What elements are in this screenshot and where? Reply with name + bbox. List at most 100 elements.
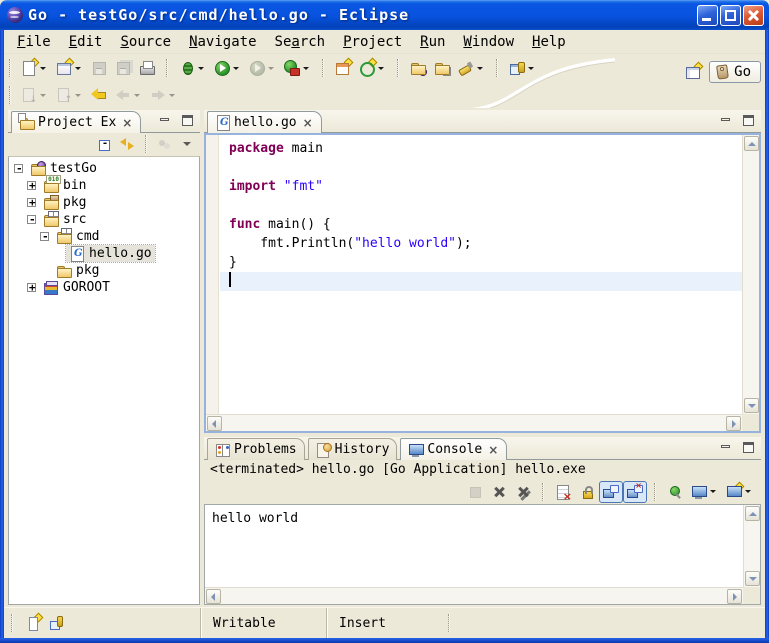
console-tab[interactable]: Console × <box>400 438 507 460</box>
dropdown-arrow-icon[interactable] <box>74 64 83 73</box>
console-minimize-button[interactable] <box>718 441 734 455</box>
tree-item[interactable]: hello.go <box>9 245 199 262</box>
tree-item[interactable]: src <box>9 211 199 228</box>
remove-all-terminated-button[interactable] <box>511 481 535 503</box>
tree-item[interactable]: testGo <box>9 160 199 177</box>
project-tree[interactable]: testGo bin <box>8 156 200 605</box>
scroll-up-button[interactable] <box>745 506 760 521</box>
console-vertical-scrollbar[interactable] <box>743 505 760 587</box>
editor-minimize-button[interactable] <box>718 114 734 128</box>
project-maximize-button[interactable] <box>180 114 196 128</box>
run-external-tools-button[interactable] <box>280 56 315 80</box>
back-button[interactable] <box>111 83 146 107</box>
editor-tab-close-icon[interactable]: × <box>302 117 314 129</box>
menu-item[interactable]: File <box>8 32 60 52</box>
remove-launch-button[interactable] <box>487 481 511 503</box>
open-perspective-button[interactable] <box>681 60 705 84</box>
scroll-down-button[interactable] <box>745 571 760 586</box>
run-button[interactable] <box>210 56 245 80</box>
collapse-all-button[interactable] <box>94 134 116 154</box>
show-stderr-when-changed-button[interactable] <box>623 481 647 503</box>
tree-item[interactable]: bin <box>9 177 199 194</box>
menu-item[interactable]: Navigate <box>180 32 265 52</box>
open-console-button[interactable] <box>722 481 757 503</box>
dropdown-arrow-icon[interactable] <box>39 64 48 73</box>
search-button[interactable] <box>454 56 489 80</box>
project-explorer-tab[interactable]: Project Ex × <box>11 111 141 133</box>
view-menu-button[interactable] <box>176 134 198 154</box>
forward-button[interactable] <box>146 83 181 107</box>
terminate-button[interactable] <box>463 481 487 503</box>
project-minimize-button[interactable] <box>157 114 173 128</box>
link-with-editor-button[interactable] <box>116 134 138 154</box>
editor-vertical-scrollbar[interactable] <box>742 135 759 414</box>
window-maximize-button[interactable] <box>720 5 741 26</box>
open-resource-button[interactable] <box>430 56 454 80</box>
tree-expander[interactable] <box>27 215 36 224</box>
scroll-right-button[interactable] <box>727 589 742 604</box>
pin-console-button[interactable] <box>663 481 687 503</box>
scroll-left-button[interactable] <box>207 416 222 431</box>
clear-console-button[interactable] <box>551 481 575 503</box>
dropdown-arrow-icon[interactable] <box>267 64 276 73</box>
save-all-button[interactable] <box>111 56 135 80</box>
debug-button[interactable] <box>175 56 210 80</box>
console-maximize-button[interactable] <box>741 441 757 455</box>
dropdown-arrow-icon[interactable] <box>168 91 177 100</box>
dropdown-arrow-icon[interactable] <box>744 487 753 496</box>
scroll-left-button[interactable] <box>206 589 221 604</box>
focus-button[interactable] <box>154 134 176 154</box>
menu-item[interactable]: Project <box>334 32 411 52</box>
previous-annotation-button[interactable] <box>52 83 87 107</box>
window-minimize-button[interactable] <box>697 5 718 26</box>
menu-item[interactable]: Run <box>411 32 454 52</box>
project-explorer-close-icon[interactable]: × <box>121 117 133 129</box>
menu-item[interactable]: Window <box>454 32 523 52</box>
tree-item[interactable]: pkg <box>9 262 199 279</box>
code-editor[interactable]: package main import "fmt" func main() { … <box>204 133 761 433</box>
go-perspective-button[interactable]: Go <box>709 61 761 83</box>
new-go-element-button[interactable] <box>355 56 390 80</box>
console-output-area[interactable]: hello world <box>204 504 761 605</box>
tree-item[interactable]: GOROOT <box>9 279 199 296</box>
dropdown-arrow-icon[interactable] <box>232 64 241 73</box>
scroll-lock-button[interactable] <box>575 481 599 503</box>
dropdown-arrow-icon[interactable] <box>527 64 536 73</box>
editor-horizontal-scrollbar[interactable] <box>206 414 742 431</box>
fast-view-toggle-icon[interactable] <box>49 615 65 631</box>
show-stdout-when-changed-button[interactable] <box>599 481 623 503</box>
tree-item[interactable]: pkg <box>9 194 199 211</box>
window-close-button[interactable] <box>743 5 764 26</box>
dropdown-arrow-icon[interactable] <box>476 64 485 73</box>
dropdown-arrow-icon[interactable] <box>74 91 83 100</box>
dropdown-arrow-icon[interactable] <box>133 91 142 100</box>
dropdown-arrow-icon[interactable] <box>39 91 48 100</box>
last-edit-location-button[interactable] <box>87 83 111 107</box>
console-close-icon[interactable]: × <box>487 444 499 456</box>
code-area[interactable]: package main import "fmt" func main() { … <box>220 135 742 414</box>
next-annotation-button[interactable] <box>17 83 52 107</box>
console-horizontal-scrollbar[interactable] <box>205 587 743 604</box>
menu-item[interactable]: Help <box>523 32 575 52</box>
menu-item[interactable]: Source <box>111 32 180 52</box>
scroll-right-button[interactable] <box>726 416 741 431</box>
new-go-project-button[interactable] <box>331 56 355 80</box>
dropdown-arrow-icon[interactable] <box>709 487 718 496</box>
tree-expander[interactable] <box>14 164 23 173</box>
menu-item[interactable]: Search <box>266 32 335 52</box>
tree-expander[interactable] <box>40 232 49 241</box>
tree-expander[interactable] <box>27 283 36 292</box>
dropdown-arrow-icon[interactable] <box>377 64 386 73</box>
problems-tab[interactable]: Problems <box>207 438 305 460</box>
tree-item[interactable]: cmd <box>9 228 199 245</box>
tree-expander[interactable] <box>27 198 36 207</box>
title-bar[interactable]: Go - testGo/src/cmd/hello.go - Eclipse <box>0 0 769 30</box>
history-tab[interactable]: History <box>308 438 398 460</box>
profile-button[interactable] <box>245 56 280 80</box>
save-button[interactable] <box>87 56 111 80</box>
menu-item[interactable]: Edit <box>60 32 112 52</box>
editor-maximize-button[interactable] <box>741 114 757 128</box>
dropdown-arrow-icon[interactable] <box>197 64 206 73</box>
scroll-down-button[interactable] <box>744 398 759 413</box>
scroll-up-button[interactable] <box>744 136 759 151</box>
